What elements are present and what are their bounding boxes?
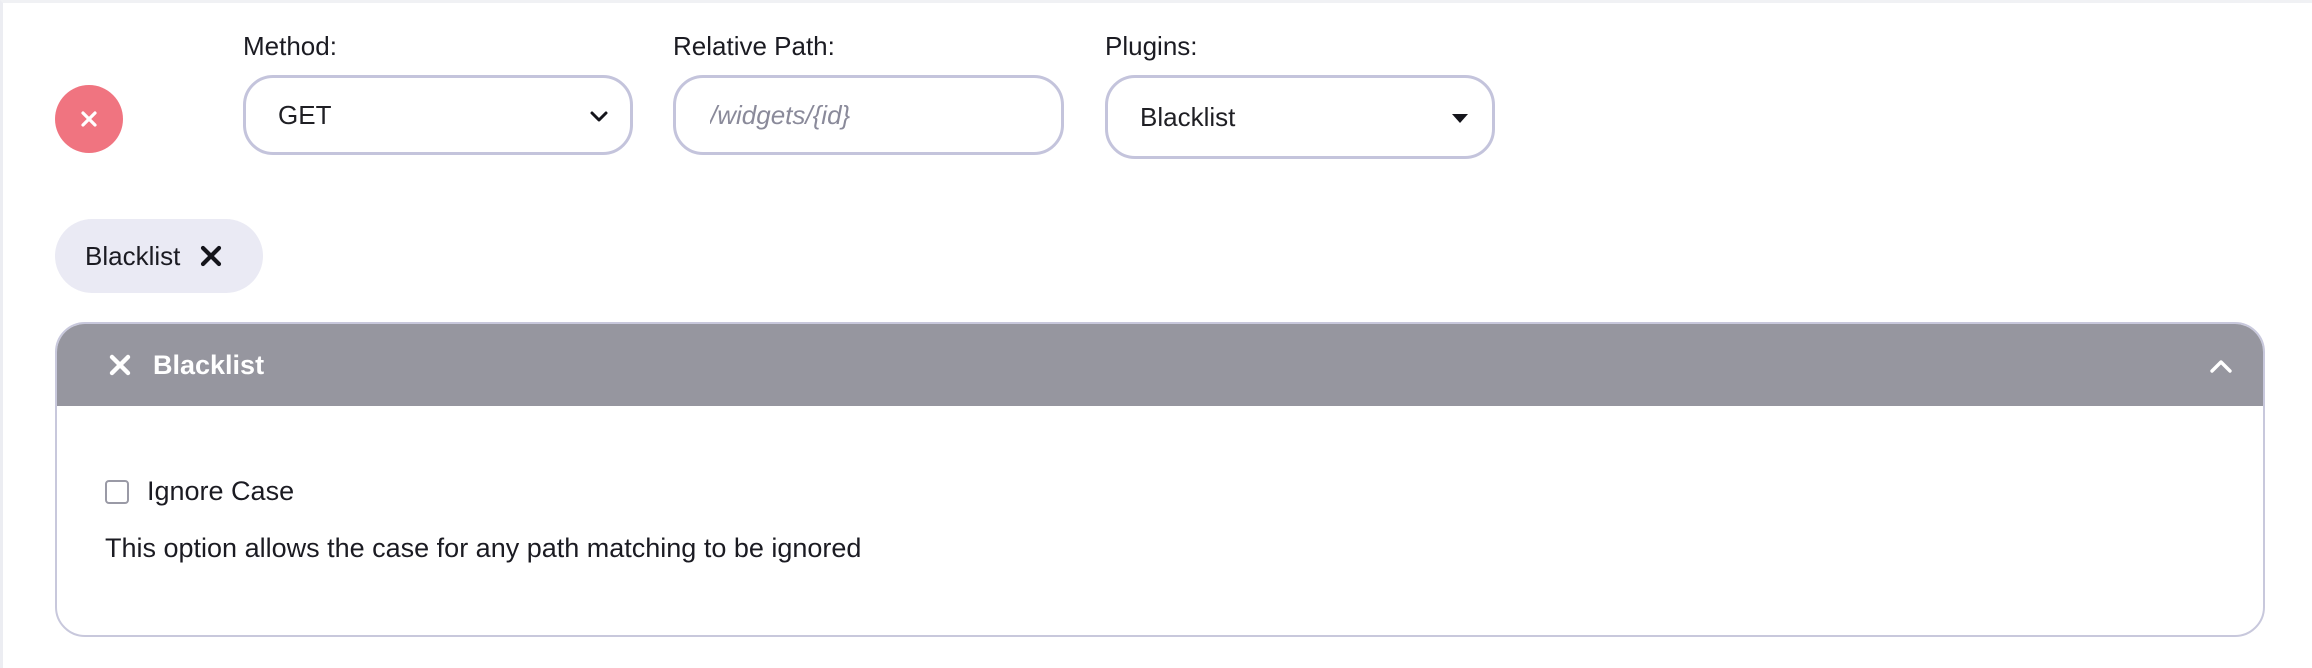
plugin-chip-label: Blacklist [85,240,181,271]
plugin-panel-body: Ignore Case This option allows the case … [57,406,2263,564]
ignore-case-description: This option allows the case for any path… [105,533,862,563]
method-value: GET [278,99,332,130]
plugin-panel-header[interactable]: Blacklist [57,324,2263,406]
relative-path-field[interactable] [673,75,1064,155]
route-editor: Method: GET Relative Path: Plugins: Blac… [0,0,2312,668]
method-select[interactable]: GET [243,75,633,155]
ignore-case-option: Ignore Case [105,476,2215,507]
chevron-down-icon [590,111,608,122]
close-icon [81,111,97,127]
relative-path-input[interactable] [708,98,1028,132]
plugin-chip: Blacklist [55,219,263,293]
plugin-panel: Blacklist Ignore Case This option allows… [55,322,2265,637]
plugins-select[interactable]: Blacklist [1105,75,1495,159]
close-icon [201,245,222,267]
remove-route-button[interactable] [55,85,123,153]
ignore-case-checkbox[interactable] [105,479,129,504]
method-label: Method: [243,31,337,61]
plugin-panel-title: Blacklist [153,349,265,380]
plugins-label: Plugins: [1105,31,1198,61]
chevron-up-icon[interactable] [2207,352,2235,380]
close-icon[interactable] [107,352,133,378]
ignore-case-label: Ignore Case [147,476,295,506]
plugin-chip-remove-button[interactable] [198,243,224,269]
relative-path-label: Relative Path: [673,31,835,61]
caret-down-icon [1452,114,1468,123]
plugins-value: Blacklist [1140,101,1236,132]
